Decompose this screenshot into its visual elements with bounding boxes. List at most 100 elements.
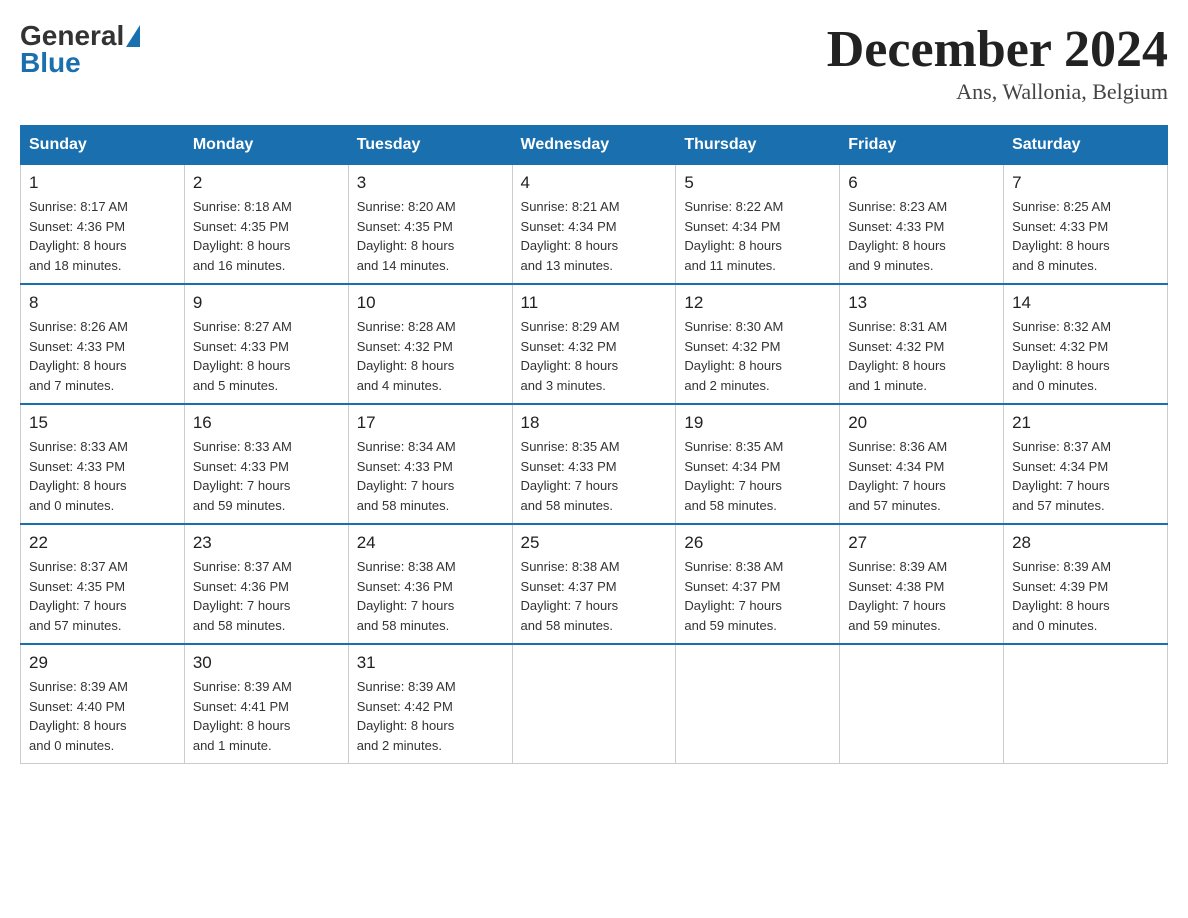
week-row-2: 8Sunrise: 8:26 AMSunset: 4:33 PMDaylight… [21,284,1168,404]
day-number: 23 [193,533,340,553]
day-number: 11 [521,293,668,313]
day-info: Sunrise: 8:32 AMSunset: 4:32 PMDaylight:… [1012,317,1159,395]
day-info: Sunrise: 8:39 AMSunset: 4:41 PMDaylight:… [193,677,340,755]
page-header: General Blue December 2024 Ans, Wallonia… [20,20,1168,105]
day-info: Sunrise: 8:39 AMSunset: 4:42 PMDaylight:… [357,677,504,755]
day-info: Sunrise: 8:37 AMSunset: 4:36 PMDaylight:… [193,557,340,635]
day-info: Sunrise: 8:39 AMSunset: 4:40 PMDaylight:… [29,677,176,755]
day-cell: 21 Sunrise: 8:37 AMSunset: 4:34 PMDayligh… [1004,404,1168,524]
day-info: Sunrise: 8:39 AMSunset: 4:39 PMDaylight:… [1012,557,1159,635]
col-tuesday: Tuesday [348,126,512,165]
day-info: Sunrise: 8:38 AMSunset: 4:37 PMDaylight:… [684,557,831,635]
day-info: Sunrise: 8:31 AMSunset: 4:32 PMDaylight:… [848,317,995,395]
day-cell: 19 Sunrise: 8:35 AMSunset: 4:34 PMDayligh… [676,404,840,524]
day-info: Sunrise: 8:35 AMSunset: 4:34 PMDaylight:… [684,437,831,515]
day-cell: 17 Sunrise: 8:34 AMSunset: 4:33 PMDayligh… [348,404,512,524]
day-cell: 9 Sunrise: 8:27 AMSunset: 4:33 PMDaylight… [184,284,348,404]
day-number: 22 [29,533,176,553]
col-wednesday: Wednesday [512,126,676,165]
day-info: Sunrise: 8:33 AMSunset: 4:33 PMDaylight:… [29,437,176,515]
day-cell: 22 Sunrise: 8:37 AMSunset: 4:35 PMDayligh… [21,524,185,644]
logo-triangle-icon [126,25,140,47]
day-info: Sunrise: 8:36 AMSunset: 4:34 PMDaylight:… [848,437,995,515]
day-cell: 23 Sunrise: 8:37 AMSunset: 4:36 PMDayligh… [184,524,348,644]
day-number: 8 [29,293,176,313]
day-number: 27 [848,533,995,553]
day-cell: 16 Sunrise: 8:33 AMSunset: 4:33 PMDayligh… [184,404,348,524]
day-number: 20 [848,413,995,433]
day-number: 24 [357,533,504,553]
day-cell: 7 Sunrise: 8:25 AMSunset: 4:33 PMDaylight… [1004,165,1168,285]
day-number: 9 [193,293,340,313]
col-monday: Monday [184,126,348,165]
day-info: Sunrise: 8:30 AMSunset: 4:32 PMDaylight:… [684,317,831,395]
day-cell: 3Sunrise: 8:20 AMSunset: 4:35 PMDaylight… [348,165,512,285]
day-number: 10 [357,293,504,313]
day-number: 12 [684,293,831,313]
day-info: Sunrise: 8:18 AMSunset: 4:35 PMDaylight:… [193,197,340,275]
day-cell: 24Sunrise: 8:38 AMSunset: 4:36 PMDayligh… [348,524,512,644]
day-cell [676,644,840,764]
day-info: Sunrise: 8:35 AMSunset: 4:33 PMDaylight:… [521,437,668,515]
day-number: 5 [684,173,831,193]
day-cell [512,644,676,764]
day-info: Sunrise: 8:29 AMSunset: 4:32 PMDaylight:… [521,317,668,395]
month-title: December 2024 [827,20,1168,79]
day-number: 25 [521,533,668,553]
day-info: Sunrise: 8:37 AMSunset: 4:34 PMDaylight:… [1012,437,1159,515]
day-cell [840,644,1004,764]
day-cell: 28 Sunrise: 8:39 AMSunset: 4:39 PMDayligh… [1004,524,1168,644]
day-number: 7 [1012,173,1159,193]
day-info: Sunrise: 8:33 AMSunset: 4:33 PMDaylight:… [193,437,340,515]
day-cell: 8Sunrise: 8:26 AMSunset: 4:33 PMDaylight… [21,284,185,404]
col-friday: Friday [840,126,1004,165]
location: Ans, Wallonia, Belgium [827,79,1168,105]
day-cell: 13 Sunrise: 8:31 AMSunset: 4:32 PMDayligh… [840,284,1004,404]
day-number: 1 [29,173,176,193]
day-cell: 20 Sunrise: 8:36 AMSunset: 4:34 PMDayligh… [840,404,1004,524]
day-cell: 18 Sunrise: 8:35 AMSunset: 4:33 PMDayligh… [512,404,676,524]
day-info: Sunrise: 8:23 AMSunset: 4:33 PMDaylight:… [848,197,995,275]
day-info: Sunrise: 8:20 AMSunset: 4:35 PMDaylight:… [357,197,504,275]
day-cell: 12 Sunrise: 8:30 AMSunset: 4:32 PMDayligh… [676,284,840,404]
day-cell: 11 Sunrise: 8:29 AMSunset: 4:32 PMDayligh… [512,284,676,404]
day-number: 6 [848,173,995,193]
day-info: Sunrise: 8:38 AMSunset: 4:37 PMDaylight:… [521,557,668,635]
logo: General Blue [20,20,142,79]
day-number: 15 [29,413,176,433]
day-number: 13 [848,293,995,313]
day-info: Sunrise: 8:28 AMSunset: 4:32 PMDaylight:… [357,317,504,395]
day-number: 2 [193,173,340,193]
day-number: 16 [193,413,340,433]
day-cell: 30 Sunrise: 8:39 AMSunset: 4:41 PMDayligh… [184,644,348,764]
day-cell: 29 Sunrise: 8:39 AMSunset: 4:40 PMDayligh… [21,644,185,764]
day-number: 17 [357,413,504,433]
day-info: Sunrise: 8:37 AMSunset: 4:35 PMDaylight:… [29,557,176,635]
week-row-1: 1Sunrise: 8:17 AMSunset: 4:36 PMDaylight… [21,165,1168,285]
day-number: 21 [1012,413,1159,433]
day-number: 31 [357,653,504,673]
col-thursday: Thursday [676,126,840,165]
day-info: Sunrise: 8:27 AMSunset: 4:33 PMDaylight:… [193,317,340,395]
day-number: 19 [684,413,831,433]
week-row-5: 29 Sunrise: 8:39 AMSunset: 4:40 PMDayligh… [21,644,1168,764]
day-cell: 5Sunrise: 8:22 AMSunset: 4:34 PMDaylight… [676,165,840,285]
day-info: Sunrise: 8:39 AMSunset: 4:38 PMDaylight:… [848,557,995,635]
day-cell [1004,644,1168,764]
day-cell: 31 Sunrise: 8:39 AMSunset: 4:42 PMDayligh… [348,644,512,764]
day-cell: 27 Sunrise: 8:39 AMSunset: 4:38 PMDayligh… [840,524,1004,644]
day-cell: 25 Sunrise: 8:38 AMSunset: 4:37 PMDayligh… [512,524,676,644]
day-cell: 6 Sunrise: 8:23 AMSunset: 4:33 PMDaylight… [840,165,1004,285]
day-cell: 1Sunrise: 8:17 AMSunset: 4:36 PMDaylight… [21,165,185,285]
day-info: Sunrise: 8:34 AMSunset: 4:33 PMDaylight:… [357,437,504,515]
day-cell: 26Sunrise: 8:38 AMSunset: 4:37 PMDayligh… [676,524,840,644]
col-saturday: Saturday [1004,126,1168,165]
day-number: 28 [1012,533,1159,553]
day-number: 18 [521,413,668,433]
calendar-header-row: Sunday Monday Tuesday Wednesday Thursday… [21,126,1168,165]
day-number: 4 [521,173,668,193]
day-info: Sunrise: 8:25 AMSunset: 4:33 PMDaylight:… [1012,197,1159,275]
day-number: 30 [193,653,340,673]
day-cell: 14Sunrise: 8:32 AMSunset: 4:32 PMDayligh… [1004,284,1168,404]
day-number: 29 [29,653,176,673]
